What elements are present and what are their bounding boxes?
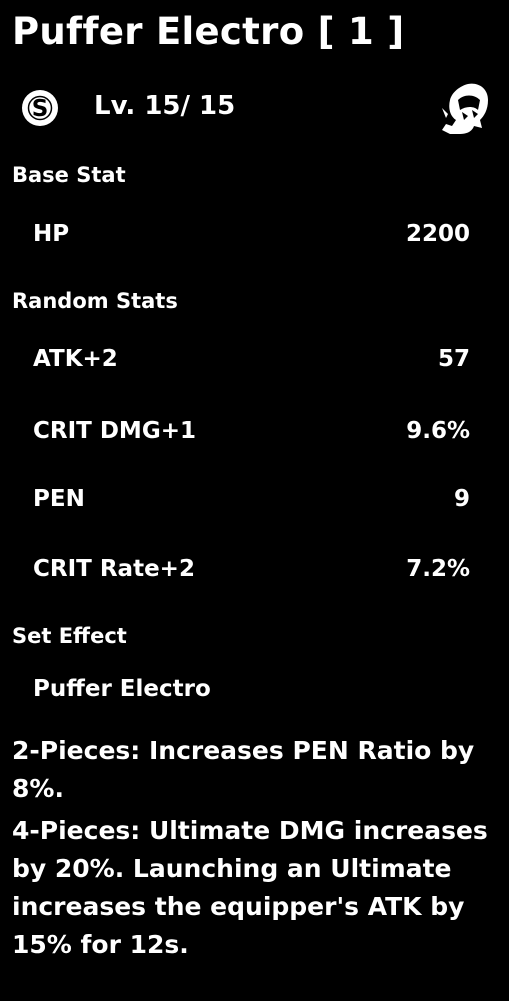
stat-value: 57	[437, 346, 470, 372]
set-effect-header: Set Effect	[12, 624, 127, 648]
set-name: Puffer Electro	[33, 676, 211, 702]
four-piece-effect: 4-Pieces: Ultimate DMG increases by 20%.…	[12, 816, 488, 959]
random-stat-row: PEN 9	[33, 486, 470, 520]
s-rank-icon: S	[22, 90, 58, 126]
svg-text:S: S	[32, 96, 49, 122]
two-piece-effect: 2-Pieces: Increases PEN Ratio by 8%.	[12, 736, 475, 803]
stat-name: CRIT Rate+2	[33, 556, 195, 582]
random-stat-row: CRIT DMG+1 9.6%	[33, 418, 470, 452]
stat-name: ATK+2	[33, 346, 118, 372]
stat-name: PEN	[33, 486, 85, 512]
agent-portrait-icon	[442, 83, 488, 134]
random-stats-header: Random Stats	[12, 289, 178, 313]
stat-value: 7.2%	[406, 556, 470, 582]
base-stat-row-hp: HP 2200	[33, 221, 470, 255]
stat-value: 9	[453, 486, 470, 512]
rank-level-row: S Lv. 15/ 15	[20, 83, 490, 134]
disc-title: Puffer Electro [ 1 ]	[12, 10, 405, 53]
level-label: Lv. 15/ 15	[94, 91, 236, 121]
stat-name: CRIT DMG+1	[33, 418, 196, 444]
random-stat-row: ATK+2 57	[33, 346, 470, 380]
stat-value: 9.6%	[406, 418, 470, 444]
base-stat-header: Base Stat	[12, 163, 126, 187]
stat-value: 2200	[405, 221, 470, 247]
stat-name: HP	[33, 221, 70, 247]
random-stat-row: CRIT Rate+2 7.2%	[33, 556, 470, 590]
